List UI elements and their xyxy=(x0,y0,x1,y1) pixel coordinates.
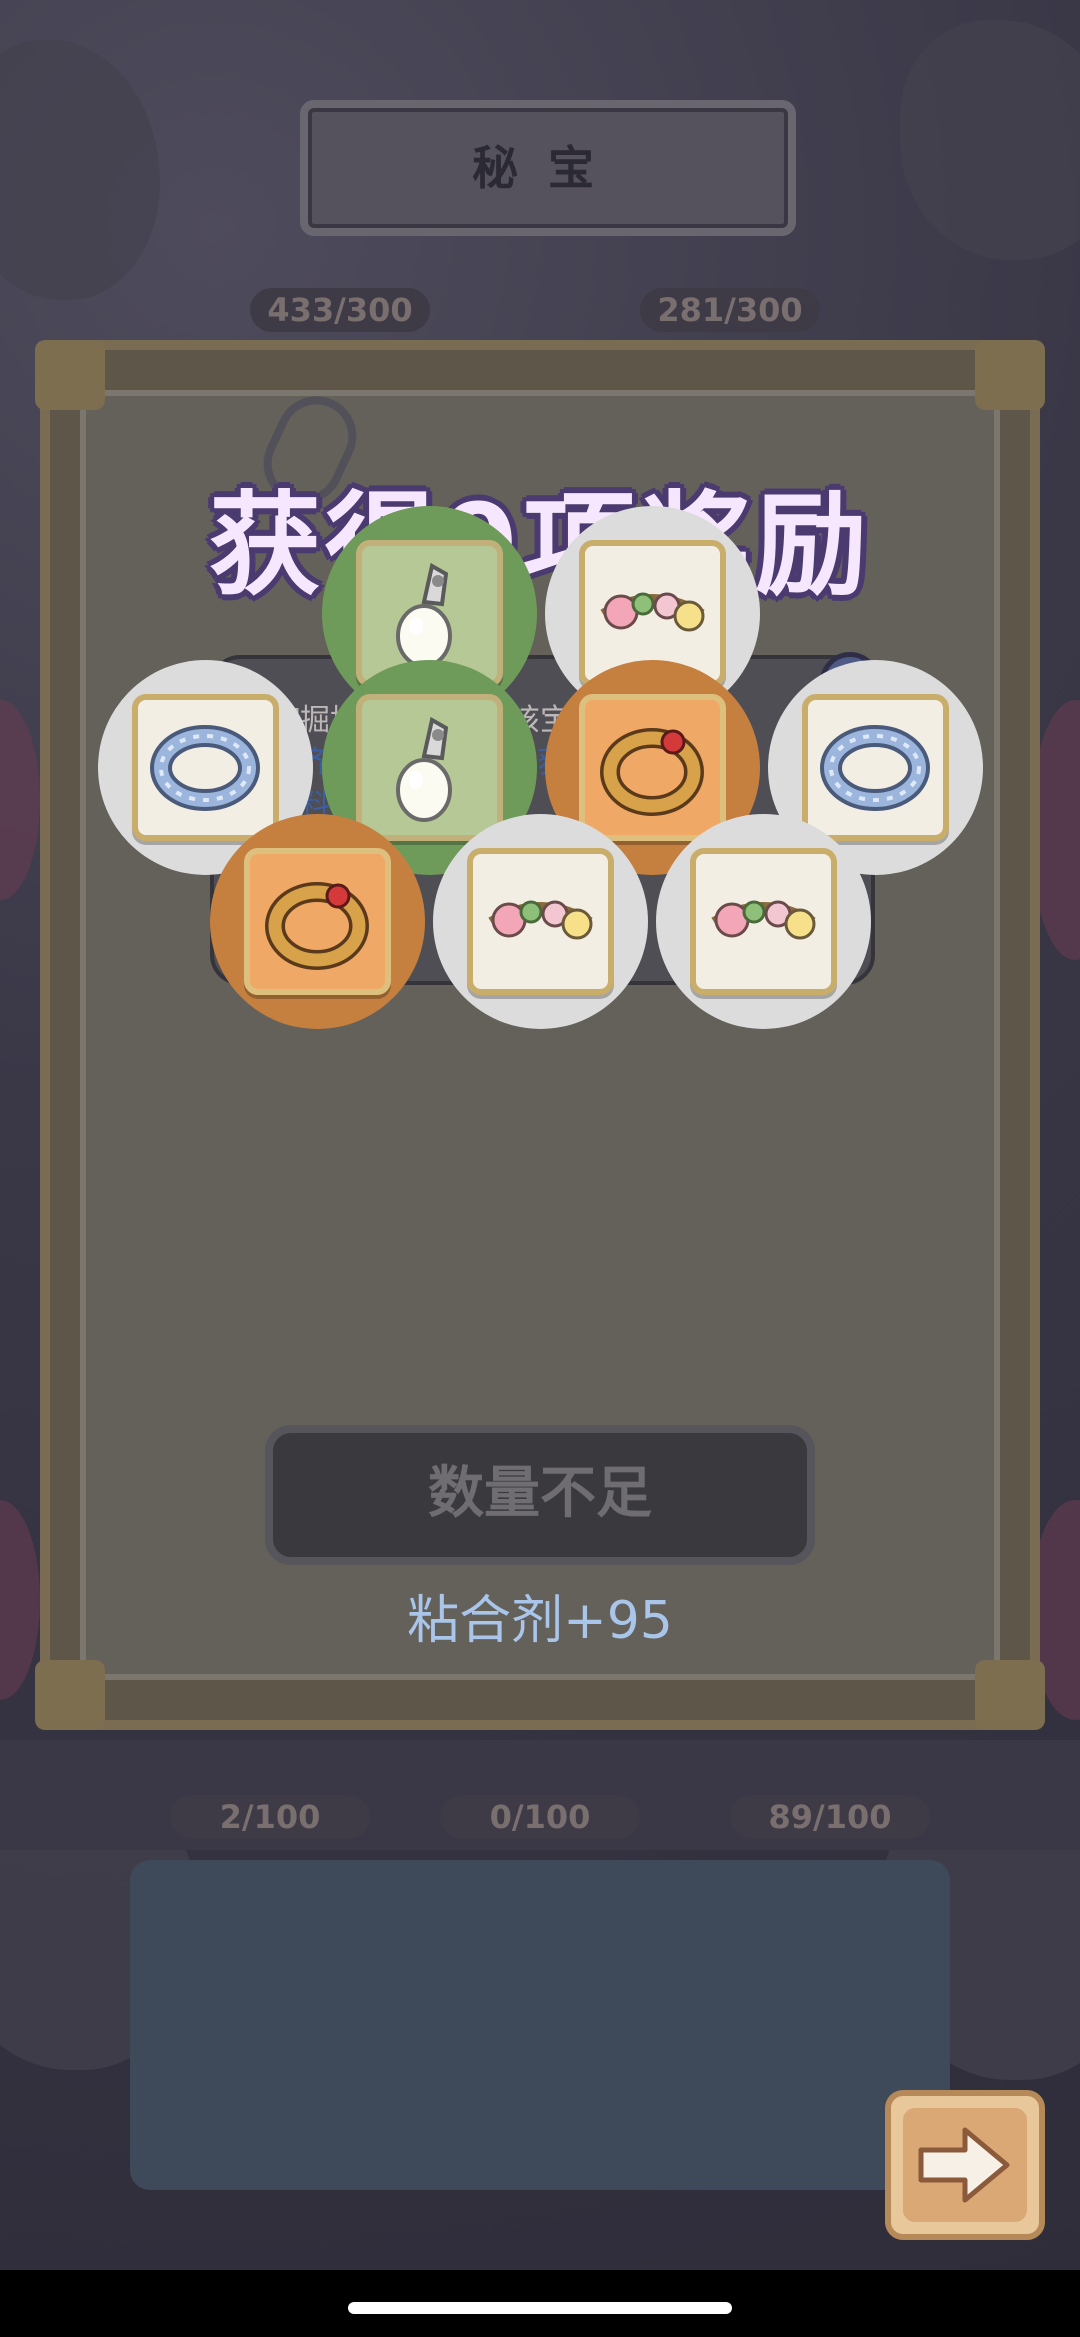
ruby-ring-icon xyxy=(600,728,704,816)
counter-top-right: 281/300 xyxy=(640,288,820,332)
reward-item[interactable] xyxy=(433,814,648,1029)
reward-tile xyxy=(356,694,503,841)
counter-bottom-right: 89/100 xyxy=(730,1795,930,1839)
counter-bottom-middle: 0/100 xyxy=(440,1795,640,1839)
reward-tile xyxy=(132,694,279,841)
reward-tile xyxy=(690,848,837,995)
insufficient-button[interactable]: 数量不足 xyxy=(265,1425,815,1565)
next-button[interactable] xyxy=(885,2090,1045,2240)
next-button-face xyxy=(903,2108,1027,2222)
home-indicator[interactable] xyxy=(348,2302,732,2314)
pearl-pendant-icon xyxy=(396,716,452,822)
counter-bottom-left: 2/100 xyxy=(170,1795,370,1839)
seabed-area xyxy=(130,1860,950,2190)
flower-wreath-icon xyxy=(488,900,593,940)
reward-tile xyxy=(579,694,726,841)
reward-tile xyxy=(244,848,391,995)
treasure-title-banner: 秘宝 xyxy=(300,100,796,236)
reward-tile xyxy=(802,694,949,841)
board-corner xyxy=(975,340,1045,410)
blue-ring-icon xyxy=(150,725,260,811)
counter-top-left: 433/300 xyxy=(250,288,430,332)
reward-item[interactable] xyxy=(210,814,425,1029)
arrow-right-icon xyxy=(918,2127,1010,2203)
flower-wreath-icon xyxy=(711,900,816,940)
reward-title: 获得9项奖励 xyxy=(209,481,871,611)
blue-ring-icon xyxy=(820,725,930,811)
reward-item[interactable] xyxy=(656,814,871,1029)
glue-reward-text: 粘合剂+95 xyxy=(407,1591,673,1651)
board-corner xyxy=(975,1660,1045,1730)
page-title: 秘宝 xyxy=(472,141,624,195)
reward-tile xyxy=(467,848,614,995)
board-corner xyxy=(35,1660,105,1730)
board-corner xyxy=(35,340,105,410)
ruby-ring-icon xyxy=(265,882,369,970)
